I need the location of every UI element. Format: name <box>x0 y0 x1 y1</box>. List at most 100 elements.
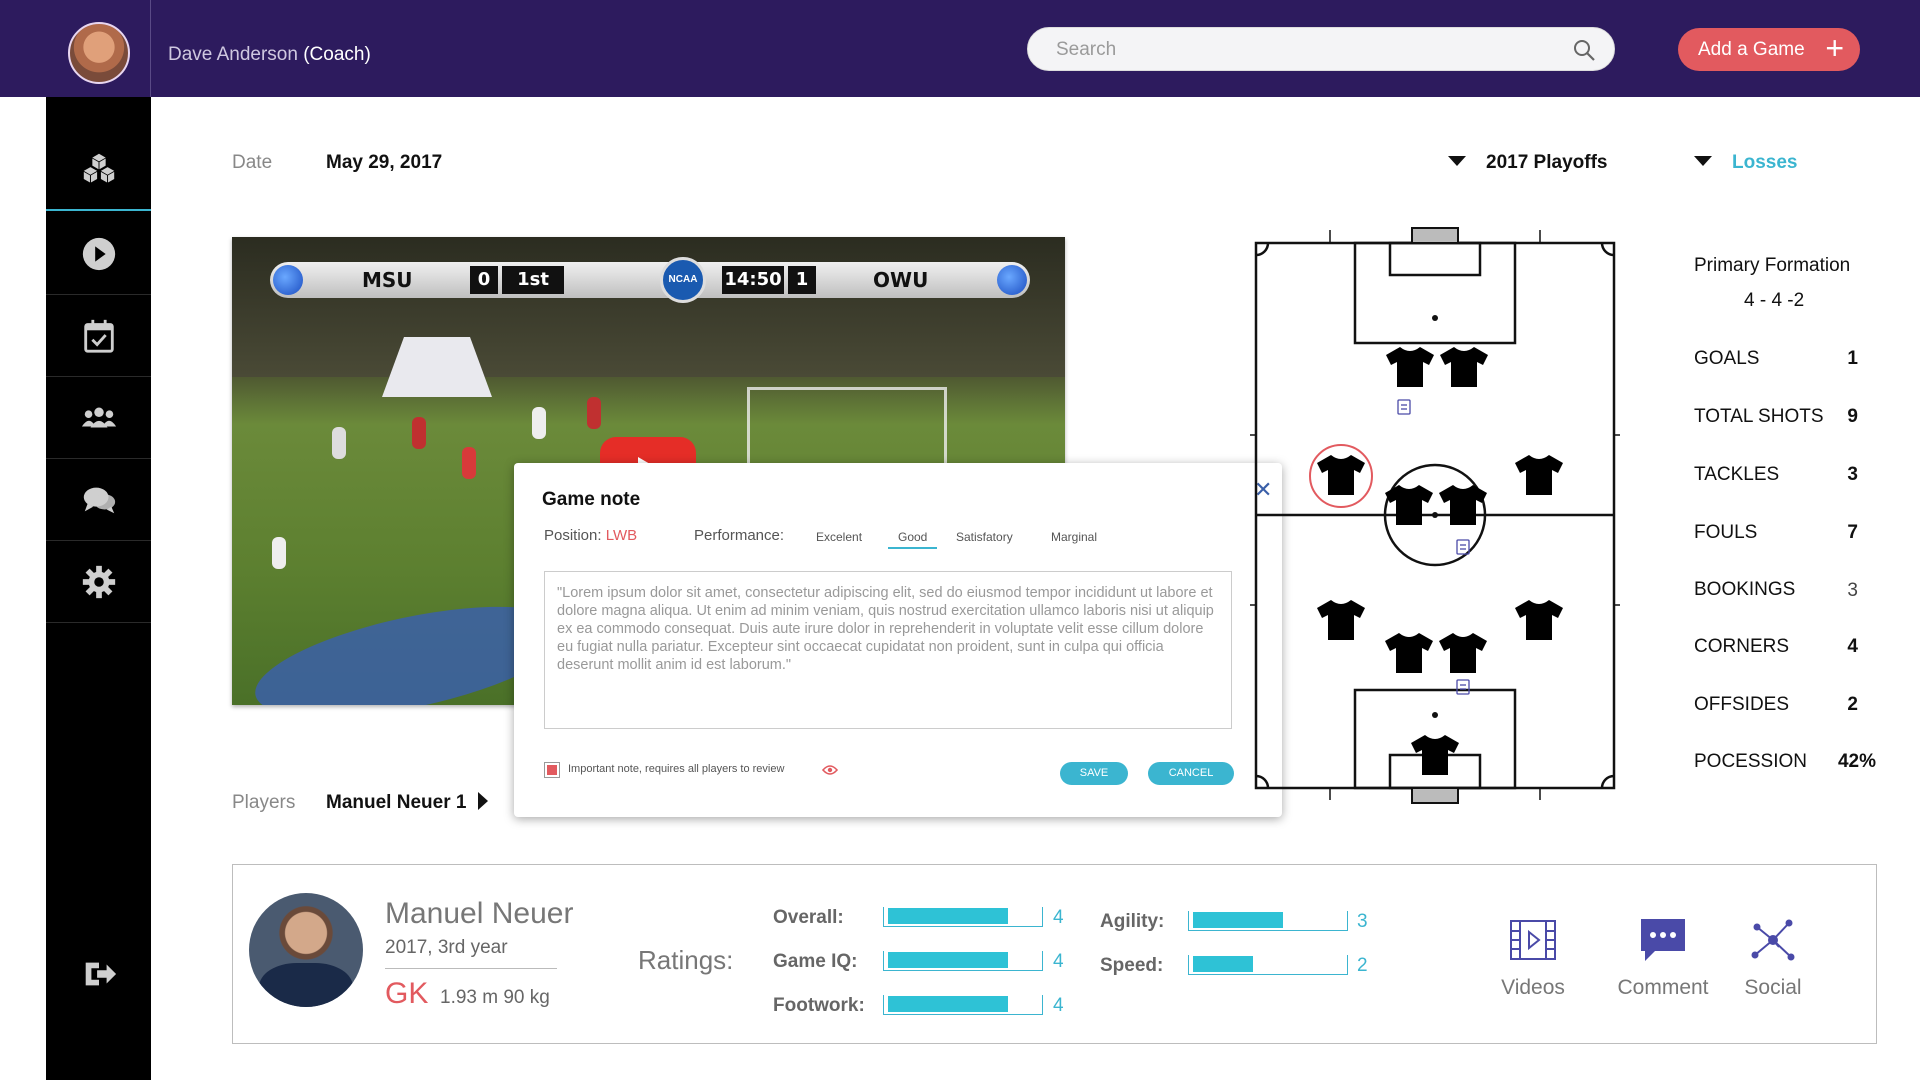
date-value[interactable]: May 29, 2017 <box>326 152 442 174</box>
coach-name-text: Dave Anderson <box>168 44 298 65</box>
player-shirt-icon <box>1385 485 1433 525</box>
stat-value-offsides: 2 <box>1847 694 1858 715</box>
player-shirt-icon <box>1515 600 1563 640</box>
season-value: 2017 Playoffs <box>1486 152 1608 173</box>
away-ball-icon <box>997 265 1027 295</box>
film-icon <box>1510 920 1556 960</box>
video-player <box>532 407 546 439</box>
stat-label-pocession: POCESSION <box>1694 751 1807 772</box>
coach-avatar[interactable] <box>68 22 130 84</box>
play-icon <box>82 237 115 270</box>
performance-option-satisfatory[interactable]: Satisfatory <box>956 530 1013 544</box>
rating-fill <box>888 952 1008 968</box>
coach-role: (Coach) <box>303 44 371 65</box>
search-icon[interactable] <box>1572 38 1596 62</box>
rating-value-overall: 4 <box>1053 907 1064 928</box>
gear-icon <box>82 565 115 598</box>
divider <box>385 968 557 969</box>
calendar-check-icon <box>83 319 114 353</box>
date-label: Date <box>232 152 273 173</box>
comment-label: Comment <box>1617 976 1709 999</box>
comment-button[interactable]: Comment <box>1603 917 1723 1000</box>
game-clock: 14:50 <box>722 266 784 294</box>
home-ball-icon <box>273 265 303 295</box>
rating-value-agility: 3 <box>1357 911 1368 932</box>
performance-option-good[interactable]: Good <box>888 530 938 549</box>
sidebar-item-messages[interactable] <box>46 459 151 541</box>
formation-label: Primary Formation <box>1694 255 1851 276</box>
social-button[interactable]: Social <box>1723 917 1823 1000</box>
stat-label-total-shots: TOTAL SHOTS <box>1694 406 1824 427</box>
rating-bar-footwork <box>883 995 1043 1015</box>
eye-icon[interactable] <box>822 764 838 776</box>
sidebar-item-schedule[interactable] <box>46 295 151 377</box>
sidebar-item-videos[interactable] <box>46 213 151 295</box>
rating-bar-game-iq <box>883 951 1043 971</box>
stat-label-tackles: TACKLES <box>1694 464 1780 485</box>
search-input[interactable] <box>1056 39 1536 61</box>
period: 1st <box>502 266 564 294</box>
rating-value-footwork: 4 <box>1053 995 1064 1016</box>
videos-button[interactable]: Videos <box>1483 917 1583 1000</box>
important-label: Important note, requires all players to … <box>568 763 785 775</box>
rating-fill <box>1193 956 1253 972</box>
rating-value-game-iq: 4 <box>1053 951 1064 972</box>
result-dropdown[interactable]: Losses <box>1694 152 1797 174</box>
cancel-button[interactable]: CANCEL <box>1148 762 1234 785</box>
rating-label-game-iq: Game IQ: <box>773 951 858 972</box>
chevron-right-icon <box>478 791 489 810</box>
rating-bar-speed <box>1188 955 1348 975</box>
video-player <box>332 427 346 459</box>
stat-value-pocession: 42% <box>1837 751 1876 772</box>
result-value: Losses <box>1732 152 1798 173</box>
sidebar-item-settings[interactable] <box>46 541 151 623</box>
sidebar-item-team[interactable] <box>46 377 151 459</box>
stat-value-fouls: 7 <box>1847 522 1858 543</box>
player-name: Manuel Neuer <box>385 897 574 930</box>
top-penalty-box <box>1353 241 1517 345</box>
important-checkbox[interactable] <box>544 762 560 778</box>
away-team: OWU <box>873 268 929 292</box>
player-height-weight: 1.93 m 90 kg <box>440 987 550 1008</box>
stat-label-corners: CORNERS <box>1694 636 1790 657</box>
stat-label-goals: GOALS <box>1694 348 1760 369</box>
position-value: LWB <box>605 527 638 544</box>
top-bar: Dave Anderson (Coach) Add a Game + <box>0 0 1920 97</box>
home-score: 0 <box>470 266 498 294</box>
position-field: Position: LWB <box>544 527 637 544</box>
save-button[interactable]: SAVE <box>1060 762 1128 785</box>
rating-bar-agility <box>1188 911 1348 931</box>
team-icon <box>81 407 116 427</box>
sidebar-item-logout[interactable] <box>46 933 151 1015</box>
player-selector[interactable]: Manuel Neuer 1 <box>326 791 489 814</box>
sidebar <box>46 97 151 1080</box>
stat-value-bookings: 3 <box>1847 580 1858 601</box>
performance-option-excelent[interactable]: Excelent <box>816 530 862 544</box>
formation-value: 4 - 4 -2 <box>1744 290 1805 311</box>
rating-fill <box>1193 912 1283 928</box>
performance-option-marginal[interactable]: Marginal <box>1051 530 1097 544</box>
performance-label: Performance: <box>694 527 785 544</box>
rating-label-speed: Speed: <box>1100 955 1164 976</box>
comment-icon <box>1641 919 1685 961</box>
add-game-button[interactable]: Add a Game + <box>1678 28 1860 71</box>
video-player <box>462 447 476 479</box>
social-label: Social <box>1744 976 1802 999</box>
add-game-label: Add a Game <box>1698 39 1805 60</box>
logout-icon <box>85 962 116 986</box>
plus-icon: + <box>1825 30 1844 66</box>
search-box <box>1027 27 1615 71</box>
home-team: MSU <box>362 268 413 292</box>
player-shirt-icon <box>1439 633 1487 673</box>
video-background <box>232 237 1065 377</box>
note-textarea[interactable]: "Lorem ipsum dolor sit amet, consectetur… <box>544 571 1232 729</box>
note-icon <box>1456 679 1470 695</box>
season-dropdown[interactable]: 2017 Playoffs <box>1448 152 1607 174</box>
player-shirt-icon <box>1440 347 1488 387</box>
player-avatar[interactable] <box>249 893 363 1007</box>
coach-name: Dave Anderson (Coach) <box>168 44 371 66</box>
sidebar-item-dashboard[interactable] <box>46 129 151 211</box>
stat-value-corners: 4 <box>1847 636 1858 657</box>
video-player <box>272 537 286 569</box>
bottom-goal <box>1411 787 1459 804</box>
